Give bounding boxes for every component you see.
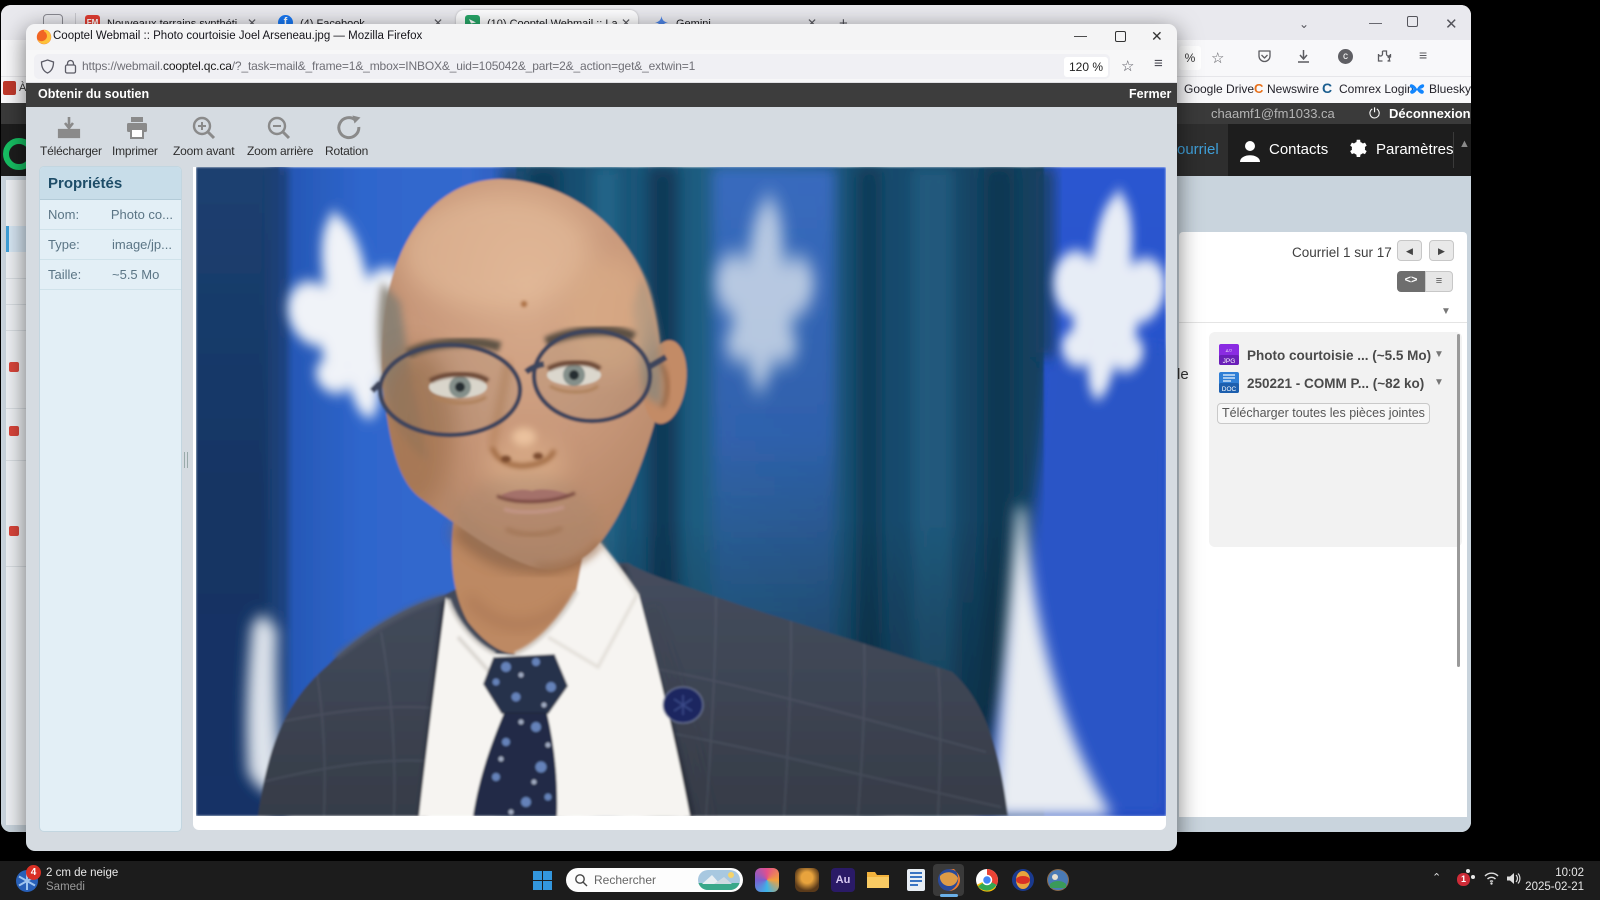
svg-text:DOC: DOC bbox=[1222, 386, 1237, 393]
svg-text:JPG: JPG bbox=[1223, 358, 1236, 365]
svg-text:▵○: ▵○ bbox=[1226, 348, 1233, 354]
